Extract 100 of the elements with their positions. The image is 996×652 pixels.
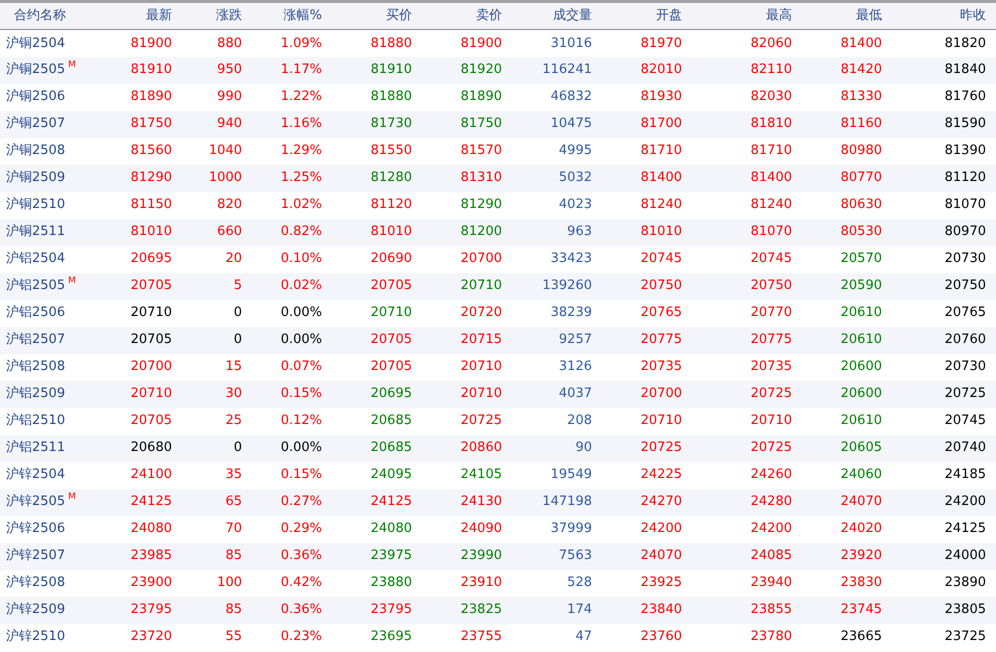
table-cell: 1.17% [252,56,332,84]
table-cell: 0.82% [252,218,332,246]
table-cell: 0.15% [252,380,332,408]
table-cell: 19549 [512,462,602,488]
table-cell: 963 [512,218,602,246]
column-header[interactable]: 买价 [332,2,422,30]
table-cell: 20685 [332,434,422,462]
table-cell: 20725 [692,380,802,408]
table-cell: 81400 [692,164,802,192]
main-contract-mark: M [68,60,76,70]
table-cell: 81970 [602,30,692,56]
table-cell: 24200 [602,516,692,542]
column-header[interactable]: 最低 [802,2,892,30]
table-cell: 81920 [422,56,512,84]
column-header[interactable]: 昨收 [892,2,996,30]
table-cell: 23990 [422,542,512,570]
table-cell: 81550 [332,138,422,164]
table-cell: 81070 [892,192,996,218]
table-cell: 70 [182,516,252,542]
table-cell: 81400 [602,164,692,192]
table-cell: 24260 [692,462,802,488]
table-cell: 15 [182,354,252,380]
contract-name: 沪铜2510 [6,197,66,212]
table-cell: 20685 [332,408,422,434]
table-cell: 20710 [692,408,802,434]
table-cell: 23695 [332,624,422,650]
table-cell: 81890 [100,84,182,110]
column-header[interactable]: 最高 [692,2,802,30]
contract-name: 沪铝2505 [6,278,66,294]
table-cell: 20715 [422,326,512,354]
table-cell: 20610 [802,326,892,354]
table-cell: 174 [512,596,602,624]
column-header[interactable]: 最新 [100,2,182,30]
table-cell: 20680 [100,434,182,462]
column-header[interactable]: 涨幅% [252,2,332,30]
table-cell: 1.16% [252,110,332,138]
table-cell: 0 [182,326,252,354]
table-cell: 24185 [892,462,996,488]
table-cell: 1.09% [252,30,332,56]
contract-name: 沪锌2508 [6,575,66,590]
table-cell: 0.00% [252,326,332,354]
table-cell: 20725 [692,434,802,462]
table-cell: 0.15% [252,462,332,488]
table-cell: 20770 [692,300,802,326]
table-cell: 23890 [892,570,996,596]
table-cell: 46832 [512,84,602,110]
table-cell: 3126 [512,354,602,380]
table-cell: 81880 [332,84,422,110]
table-cell: 23925 [602,570,692,596]
table-cell: 23880 [332,570,422,596]
table-cell: 81750 [422,110,512,138]
column-header[interactable]: 卖价 [422,2,512,30]
table-cell: 81930 [602,84,692,110]
table-cell: 81710 [692,138,802,164]
table-cell: 1040 [182,138,252,164]
table-cell: 20735 [692,354,802,380]
table-cell: 0.12% [252,408,332,434]
table-cell: 47 [512,624,602,650]
contract-name: 沪铝2509 [6,386,66,402]
table-cell: 24105 [422,462,512,488]
table-cell: 20760 [892,326,996,354]
table-cell: 20700 [602,380,692,408]
table-cell: 1.22% [252,84,332,110]
table-cell: 24070 [802,488,892,516]
table-cell: 81290 [422,192,512,218]
table-cell: 81700 [602,110,692,138]
table-cell: 116241 [512,56,602,84]
column-header[interactable]: 成交量 [512,2,602,30]
table-cell: 20765 [602,300,692,326]
column-header[interactable]: 合约名称 [0,2,100,30]
table-cell: 23665 [802,624,892,650]
table-cell: 38239 [512,300,602,326]
table-cell: 23975 [332,542,422,570]
table-cell: 81710 [602,138,692,164]
table-cell: 20600 [802,380,892,408]
table-cell: 1000 [182,164,252,192]
column-header[interactable]: 开盘 [602,2,692,30]
table-cell: 20710 [422,272,512,300]
table-cell: 20600 [802,354,892,380]
contract-name: 沪铝2504 [6,251,66,266]
table-cell: 20775 [692,326,802,354]
table-cell: 0.27% [252,488,332,516]
table-cell: 20590 [802,272,892,300]
table-cell: 23940 [692,570,802,596]
table-cell: 23825 [422,596,512,624]
table-cell: 20605 [802,434,892,462]
table-cell: 20765 [892,300,996,326]
contract-name: 沪铜2506 [6,89,66,104]
table-cell: 55 [182,624,252,650]
contract-name: 沪铝2507 [6,332,66,348]
table-cell: 10475 [512,110,602,138]
table-cell: 0.07% [252,354,332,380]
table-cell: 20745 [892,408,996,434]
table-cell: 20750 [602,272,692,300]
table-cell: 81120 [892,164,996,192]
table-cell: 20860 [422,434,512,462]
column-header[interactable]: 涨跌 [182,2,252,30]
table-cell: 20 [182,246,252,272]
table-cell: 24130 [422,488,512,516]
table-cell: 20710 [100,300,182,326]
